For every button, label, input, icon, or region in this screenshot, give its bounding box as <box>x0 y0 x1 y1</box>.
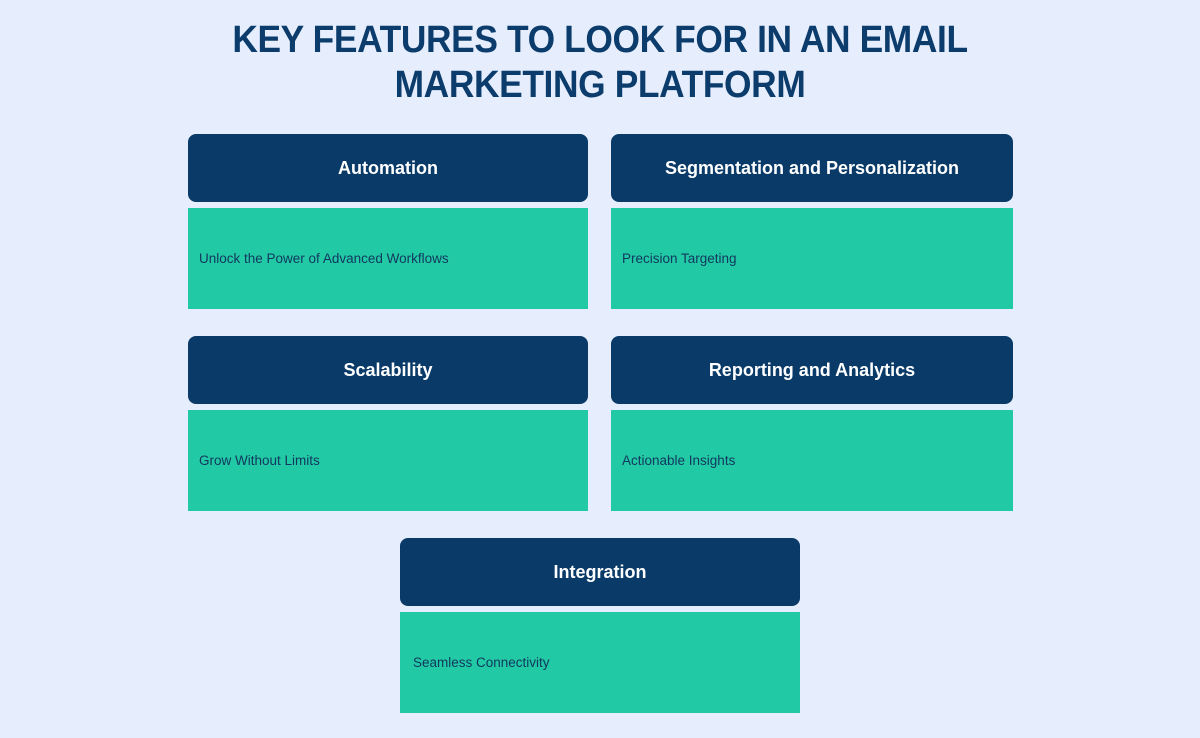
page-title: KEY FEATURES TO LOOK FOR IN AN EMAIL MAR… <box>232 19 968 106</box>
feature-card-reporting: Reporting and Analytics Actionable Insig… <box>611 336 1013 511</box>
feature-card-segmentation: Segmentation and Personalization Precisi… <box>611 134 1013 309</box>
feature-card-header[interactable]: Integration <box>400 538 800 606</box>
feature-card-header[interactable]: Reporting and Analytics <box>611 336 1013 404</box>
feature-card-body: Seamless Connectivity <box>400 612 800 713</box>
feature-card-body: Actionable Insights <box>611 410 1013 511</box>
infographic-page: KEY FEATURES TO LOOK FOR IN AN EMAIL MAR… <box>0 0 1200 738</box>
feature-card-header[interactable]: Scalability <box>188 336 588 404</box>
feature-card-header[interactable]: Segmentation and Personalization <box>611 134 1013 202</box>
feature-card-scalability: Scalability Grow Without Limits <box>188 336 588 511</box>
feature-card-body: Precision Targeting <box>611 208 1013 309</box>
feature-card-automation: Automation Unlock the Power of Advanced … <box>188 134 588 309</box>
feature-card-body: Grow Without Limits <box>188 410 588 511</box>
feature-card-integration: Integration Seamless Connectivity <box>400 538 800 713</box>
feature-card-header[interactable]: Automation <box>188 134 588 202</box>
feature-card-body: Unlock the Power of Advanced Workflows <box>188 208 588 309</box>
